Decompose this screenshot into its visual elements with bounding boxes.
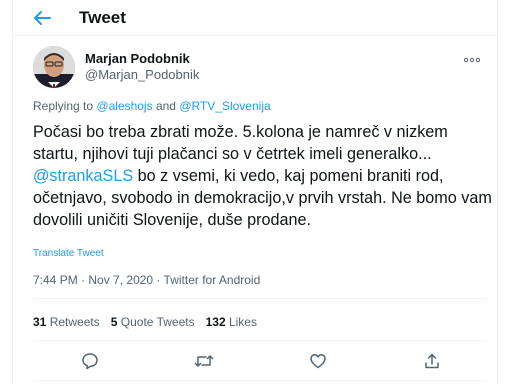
retweet-icon <box>194 355 214 367</box>
author-handle[interactable]: @Marjan_Podobnik <box>85 67 199 82</box>
share-button[interactable] <box>421 350 443 372</box>
quotes-count: 5 <box>110 315 118 329</box>
meta-sep-2: · <box>153 273 164 287</box>
replying-to: Replying to @aleshojs and @RTV_Slovenija <box>33 99 271 113</box>
reply-mention-aleshojs[interactable]: @aleshojs <box>96 99 152 113</box>
author-name[interactable]: Marjan Podobnik <box>85 51 190 66</box>
avatar[interactable] <box>33 46 75 88</box>
avatar-image <box>33 46 75 88</box>
share-icon <box>425 353 439 369</box>
divider <box>33 380 487 381</box>
like-button[interactable] <box>307 350 329 372</box>
translate-tweet-link[interactable]: Translate Tweet <box>33 248 104 259</box>
back-button[interactable] <box>31 7 53 29</box>
tweet-source[interactable]: Twitter for Android <box>164 273 261 287</box>
page-title: Tweet <box>79 8 126 27</box>
reply-mention-rtv[interactable]: @RTV_Slovenija <box>179 99 270 113</box>
reply-button[interactable] <box>79 350 101 372</box>
retweets-count: 31 <box>33 315 47 329</box>
quote-tweets-stat[interactable]: 5 Quote Tweets <box>111 315 195 329</box>
tweet-date[interactable]: Nov 7, 2020 <box>88 273 153 287</box>
retweet-button[interactable] <box>193 350 215 372</box>
page-header: Tweet <box>13 0 497 36</box>
tweet-text-part-1: Počasi bo treba zbrati može. 5.kolona je… <box>33 123 448 163</box>
tweet-frame: Tweet Marjan Podobnik @Marjan_Podobnik R… <box>12 0 498 384</box>
replying-and: and <box>155 99 176 113</box>
tweet-text: Počasi bo treba zbrati može. 5.kolona je… <box>33 121 493 231</box>
tweet-mention-stranka[interactable]: @strankaSLS <box>33 167 133 185</box>
replying-prefix: Replying to <box>33 99 94 113</box>
tweet-time[interactable]: 7:44 PM <box>33 273 78 287</box>
likes-stat[interactable]: 132 Likes <box>206 315 257 329</box>
heart-icon <box>310 354 326 369</box>
tweet-stats: 31 Retweets 5 Quote Tweets 132 Likes <box>33 315 268 329</box>
action-bar <box>13 350 497 374</box>
arrow-left-icon <box>34 11 51 25</box>
retweets-label: Retweets <box>49 315 100 329</box>
comment-icon <box>82 353 98 370</box>
more-horizontal-icon <box>463 57 481 63</box>
divider <box>33 298 487 299</box>
meta-sep-1: · <box>77 273 89 287</box>
more-button[interactable] <box>463 52 481 63</box>
tweet-meta: 7:44 PM · Nov 7, 2020 · Twitter for Andr… <box>33 273 260 287</box>
author-block: Marjan Podobnik @Marjan_Podobnik <box>33 44 483 90</box>
likes-label: Likes <box>228 315 257 329</box>
retweets-stat[interactable]: 31 Retweets <box>33 315 100 329</box>
divider <box>33 340 487 341</box>
quotes-label: Quote Tweets <box>120 315 195 329</box>
likes-count: 132 <box>205 315 226 329</box>
